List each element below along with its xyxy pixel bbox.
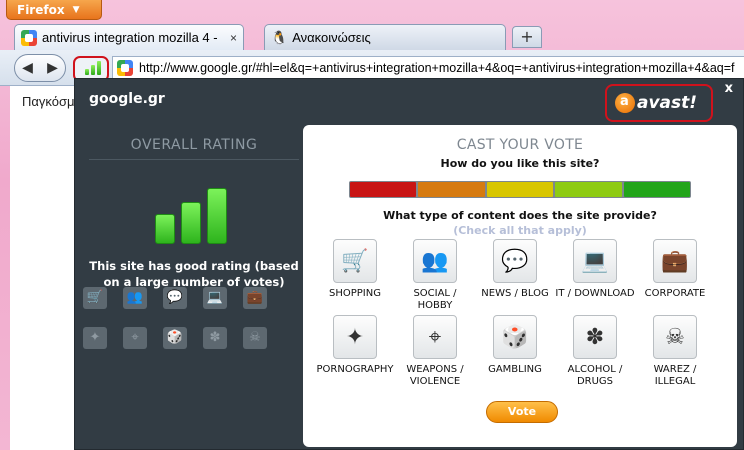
rating-bar [207,188,227,244]
like-question: How do you like this site? [440,157,600,170]
category-option[interactable]: 🛒 SHOPPING [315,239,395,300]
cast-vote-title: CAST YOUR VOTE [456,137,584,153]
rating-bars [89,174,299,244]
avast-logo-text: avast! [637,93,698,113]
rating-bar-icon [85,69,89,75]
tab-title: Ανακοινώσεις [292,30,371,45]
page-content [10,86,80,450]
rating-bar-icon [97,61,101,75]
cart-icon[interactable]: 🛒 [333,239,377,283]
rating-bar [155,214,175,244]
leaf-icon[interactable]: ✽ [573,315,617,359]
category-option[interactable]: ✽ ALCOHOL / DRUGS [555,315,635,388]
tab-announcements[interactable]: 🐧 Ανακοινώσεις [264,24,506,50]
check-all-hint: (Check all that apply) [453,224,587,237]
cart-icon: 🛒 [83,287,107,309]
skull-icon: ☠ [243,327,267,349]
people-icon[interactable]: 👥 [413,239,457,283]
category-option[interactable]: ☠ WAREZ / ILLEGAL [635,315,715,388]
rating-bar [181,202,201,244]
tab-close-icon[interactable]: × [230,31,237,45]
category-option[interactable]: 👥 SOCIAL / HOBBY [395,239,475,312]
overall-rating-section: OVERALL RATING This site has good rating… [89,137,299,290]
category-option[interactable]: 💻 IT / DOWNLOAD [555,239,635,300]
briefcase-icon: 💼 [243,287,267,309]
tab-title: antivirus integration mozilla 4 - Αναζ..… [42,30,221,45]
category-label: GAMBLING [488,364,542,375]
laptop-icon: 💻 [203,287,227,309]
category-option[interactable]: ✦ PORNOGRAPHY [315,315,395,376]
speech-bubble-icon[interactable]: 💬 [493,239,537,283]
address-bar[interactable]: http://www.google.gr/#hl=el&q=+antivirus… [112,56,744,80]
vote-button[interactable]: Vote [486,401,558,423]
crosshair-icon[interactable]: ⌖ [413,315,457,359]
penguin-favicon-icon: 🐧 [271,29,288,45]
avast-ball-icon [615,93,635,113]
category-label: SHOPPING [329,288,381,299]
skull-icon[interactable]: ☠ [653,315,697,359]
overall-rating-title: OVERALL RATING [89,137,299,160]
category-label: CORPORATE [644,288,706,299]
firefox-menu-label: Firefox [17,2,65,17]
google-favicon-icon [21,29,37,46]
category-label: ALCOHOL / DRUGS [567,364,623,387]
rating-scale-option[interactable] [350,182,417,197]
category-label: WAREZ / ILLEGAL [653,364,697,387]
rating-scale [349,181,691,198]
site-host: google.gr [89,91,165,107]
rating-bar-icon [91,65,95,75]
category-label: SOCIAL / HOBBY [413,288,457,311]
rating-scale-option[interactable] [555,182,622,197]
category-option[interactable]: 🎲 GAMBLING [475,315,555,376]
category-label: PORNOGRAPHY [316,364,394,375]
content-type-question: What type of content does the site provi… [383,209,657,222]
category-option[interactable]: 💼 CORPORATE [635,239,715,300]
new-tab-button[interactable]: + [512,26,542,48]
tab-google-search[interactable]: antivirus integration mozilla 4 - Αναζ..… [14,24,244,50]
cast-vote-box: CAST YOUR VOTE How do you like this site… [303,125,737,447]
firefox-menu-button[interactable]: Firefox ▼ [6,0,102,20]
chevron-down-icon: ▼ [72,4,80,15]
url-text: http://www.google.gr/#hl=el&q=+antivirus… [139,61,735,75]
category-summary-grid: 🛒 👥 💬 💻 💼 ✦ ⌖ 🎲 ✽ ☠ [83,287,283,349]
close-icon[interactable]: x [725,81,733,96]
laptop-icon[interactable]: 💻 [573,239,617,283]
back-forward-buttons: ◀ ▶ [14,54,66,82]
briefcase-icon[interactable]: 💼 [653,239,697,283]
rating-scale-option[interactable] [418,182,485,197]
forward-arrow-icon[interactable]: ▶ [47,60,58,76]
rating-description: This site has good rating (based on a la… [89,259,299,289]
speech-bubble-icon: 💬 [163,287,187,309]
star-icon: ✦ [83,327,107,349]
category-option[interactable]: 💬 NEWS / BLOG [475,239,555,300]
star-icon[interactable]: ✦ [333,315,377,359]
tab-strip: antivirus integration mozilla 4 - Αναζ..… [0,22,744,50]
avast-logo: avast! [605,84,713,122]
category-option[interactable]: ⌖ WEAPONS / VIOLENCE [395,315,475,388]
dice-icon: 🎲 [163,327,187,349]
crosshair-icon: ⌖ [123,327,147,349]
category-label: WEAPONS / VIOLENCE [406,364,464,387]
dice-icon[interactable]: 🎲 [493,315,537,359]
people-icon: 👥 [123,287,147,309]
avast-rating-panel: google.gr x avast! OVERALL RATING This s… [74,78,744,450]
category-label: IT / DOWNLOAD [555,288,635,299]
category-label: NEWS / BLOG [481,288,549,299]
page-text: Παγκόσμ [22,94,75,109]
google-favicon-icon [117,60,133,76]
rating-scale-option[interactable] [486,182,554,197]
leaf-icon: ✽ [203,327,227,349]
rating-scale-option[interactable] [623,182,691,197]
back-arrow-icon[interactable]: ◀ [22,60,33,76]
